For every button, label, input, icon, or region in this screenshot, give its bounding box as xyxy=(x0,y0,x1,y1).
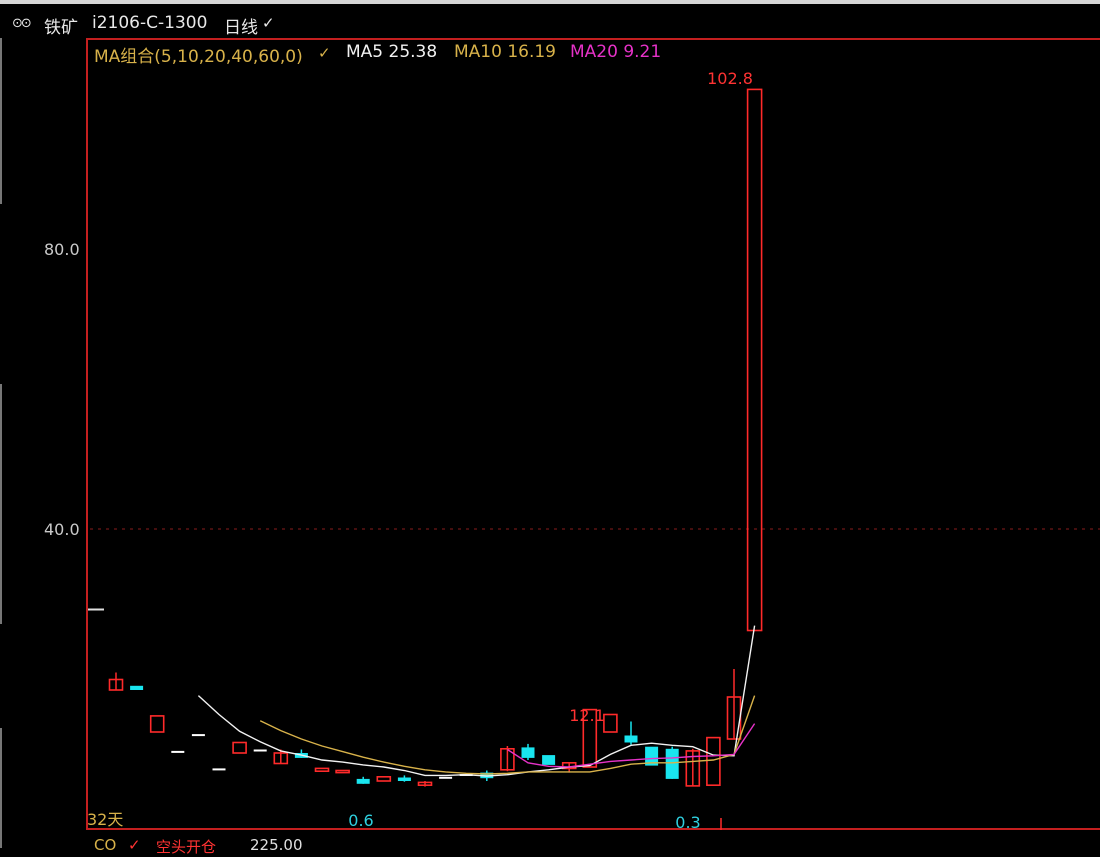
candle-body xyxy=(376,775,392,782)
candle-body xyxy=(542,755,556,765)
low-label-left: 0.6 xyxy=(348,811,373,830)
candle-body xyxy=(624,735,638,743)
candle-body xyxy=(212,768,226,771)
local-high-label: 12.1 xyxy=(569,706,605,725)
candle-body xyxy=(665,748,679,779)
candle-body xyxy=(439,776,453,779)
candle-body xyxy=(746,88,763,632)
indicator-label: 空头开仓 xyxy=(156,838,217,856)
candle-body xyxy=(171,750,185,753)
indicator-name[interactable]: CO xyxy=(94,836,116,854)
indicator-chevron-down-icon[interactable]: ✓ xyxy=(128,836,141,854)
day-count-label: 32天 xyxy=(87,810,123,829)
indicator-value: 225.00 xyxy=(250,836,303,854)
candlestick-chart: 102.8 12.1 0.6 0.3 32天 xyxy=(87,69,1100,832)
candle-body xyxy=(253,749,267,752)
candle-body xyxy=(521,747,535,758)
candle-body xyxy=(603,713,618,733)
high-label: 102.8 xyxy=(707,69,753,88)
low-label-right: 0.3 xyxy=(675,813,700,832)
candle-body xyxy=(149,715,165,733)
candle-body xyxy=(130,685,144,690)
candle-body xyxy=(335,769,350,774)
indicator-header: CO ✓ 空头开仓 225.00 xyxy=(88,832,1100,856)
candle-body xyxy=(706,736,721,786)
candle-body xyxy=(191,734,205,737)
candle-body xyxy=(356,778,370,784)
candle-body xyxy=(314,767,330,773)
candle-body xyxy=(397,777,411,781)
candle-body xyxy=(232,741,247,754)
